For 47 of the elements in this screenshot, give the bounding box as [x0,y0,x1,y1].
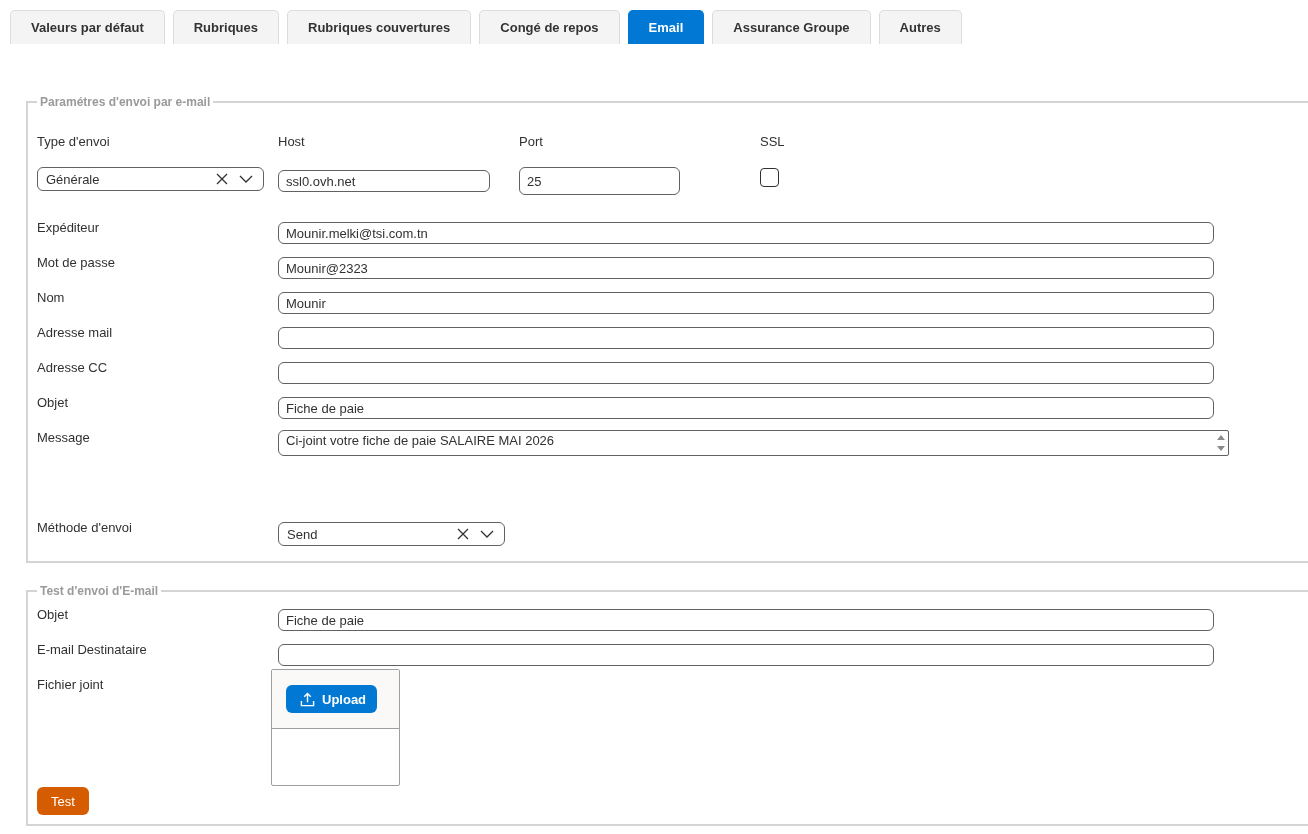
scroll-arrows-icon[interactable] [1216,433,1226,453]
text-field[interactable]: 25 [519,167,680,195]
text-field[interactable]: Mounir.melki@tsi.com.tn [278,222,1214,244]
upload-area[interactable]: Upload [271,669,400,786]
clear-icon[interactable] [216,173,228,185]
chevron-down-icon[interactable] [239,175,253,183]
tab[interactable]: Rubriques couvertures [287,10,472,44]
section-title: Paramétres d'envoi par e-mail [39,95,212,109]
field-label: Méthode d'envoi [37,520,132,536]
field-label: Objet [37,395,69,411]
upload-button[interactable]: Upload [286,685,377,713]
text-area[interactable]: Ci-joint votre fiche de paie SALAIRE MAI 2026 [278,430,1229,456]
tab[interactable]: Valeurs par défaut [10,10,165,44]
tab[interactable]: Autres [878,10,962,44]
field-label: Port [519,134,543,150]
text-field[interactable] [278,327,1214,349]
text-field[interactable]: ssl0.ovh.net [278,170,490,192]
tab[interactable]: Email [627,10,705,44]
field-label: Expéditeur [37,220,100,236]
field-label: E-mail Destinataire [37,642,147,658]
text-field[interactable] [278,362,1214,384]
checkbox[interactable] [760,168,779,187]
field-label: Fichier joint [37,677,104,693]
field-label: Mot de passe [37,255,116,271]
upload-icon [300,691,315,707]
field-label: Type d'envoi [37,134,110,150]
text-field[interactable] [278,644,1214,666]
text-field[interactable]: Fiche de paie [278,609,1214,631]
field-label: Objet [37,607,69,623]
tab[interactable]: Rubriques [172,10,279,44]
field-label: Host [278,134,305,150]
test-button[interactable]: Test [37,787,89,815]
text-field[interactable]: Fiche de paie [278,397,1214,419]
text-field[interactable]: Mounir@2323 [278,257,1214,279]
field-label: Message [37,430,90,446]
dropdown[interactable]: Générale [37,167,264,191]
field-label: Adresse mail [37,325,113,341]
dropdown[interactable]: Send [278,522,505,546]
field-label: Adresse CC [37,360,108,376]
section-title: Test d'envoi d'E-mail [39,584,160,598]
field-label: SSL [760,134,785,150]
tab[interactable]: Congé de repos [479,10,620,44]
field-label: Nom [37,290,65,306]
chevron-down-icon[interactable] [480,530,494,538]
tab[interactable]: Assurance Groupe [712,10,871,44]
text-field[interactable]: Mounir [278,292,1214,314]
clear-icon[interactable] [457,528,469,540]
